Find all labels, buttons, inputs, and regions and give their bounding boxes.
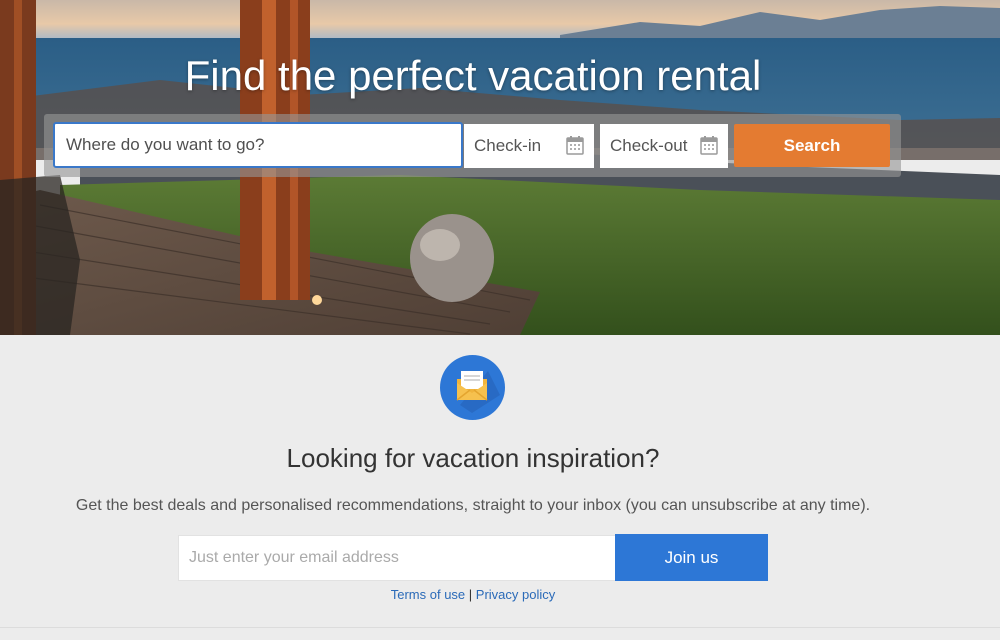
checkout-field[interactable]: Check-out [600,124,728,168]
footer-divider [0,627,1000,628]
privacy-policy-link[interactable]: Privacy policy [476,587,555,602]
envelope-icon [440,355,505,420]
checkin-label: Check-in [474,136,542,155]
hero-section: Find the perfect vacation rental Check-i… [0,0,1000,335]
checkin-field[interactable]: Check-in [464,124,594,168]
destination-input[interactable] [53,122,463,168]
link-separator: | [468,587,473,602]
join-us-button[interactable]: Join us [615,534,768,581]
calendar-icon [700,136,718,155]
calendar-icon [566,136,584,155]
terms-of-use-link[interactable]: Terms of use [391,587,465,602]
newsletter-subtext: Get the best deals and personalised reco… [75,497,871,514]
newsletter-heading: Looking for vacation inspiration? [286,443,660,473]
search-bar: Check-in Check-out [44,114,901,177]
hero-title: Find the perfect vacation rental [184,52,762,99]
email-input[interactable] [178,535,615,581]
legal-links: Terms of use | Privacy policy [0,587,946,602]
checkout-label: Check-out [610,136,688,155]
search-button[interactable]: Search [734,124,890,167]
